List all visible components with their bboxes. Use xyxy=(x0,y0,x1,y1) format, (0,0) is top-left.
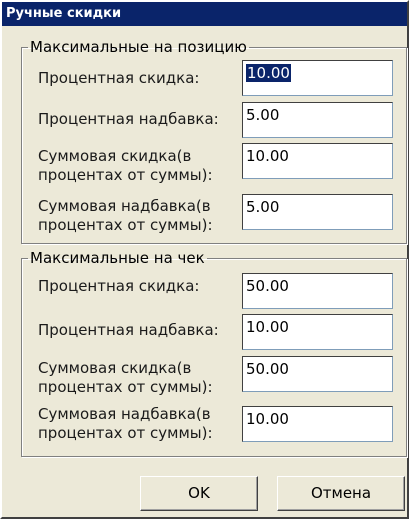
position-sum-discount-value: 10.00 xyxy=(246,147,289,165)
position-sum-markup-input[interactable]: 5.00 xyxy=(242,194,393,230)
position-group-legend: Максимальные на позицию xyxy=(30,38,247,56)
check-sum-discount-value: 50.00 xyxy=(246,360,289,378)
check-percent-discount-label: Процентная скидка: xyxy=(38,277,200,295)
check-sum-discount-label: Суммовая скидка(в процентах от суммы): xyxy=(38,359,213,397)
check-percent-markup-label: Процентная надбавка: xyxy=(38,321,219,339)
position-percent-discount-label: Процентная скидка: xyxy=(38,69,200,87)
position-sum-markup-label-line2: процентах от суммы): xyxy=(38,216,213,234)
cancel-button[interactable]: Отмена xyxy=(277,476,405,511)
position-percent-discount-value: 10.00 xyxy=(246,64,291,82)
check-percent-markup-input[interactable]: 10.00 xyxy=(242,314,393,350)
position-sum-markup-label-line1: Суммовая надбавка(в xyxy=(38,197,211,215)
position-percent-markup-input[interactable]: 5.00 xyxy=(242,102,393,138)
position-percent-discount-input[interactable]: 10.00 xyxy=(242,60,393,96)
check-sum-markup-value: 10.00 xyxy=(246,410,289,428)
check-sum-markup-input[interactable]: 10.00 xyxy=(242,406,393,442)
check-sum-discount-label-line1: Суммовая скидка(в xyxy=(38,359,192,377)
position-sum-markup-value: 5.00 xyxy=(246,198,280,216)
ok-button[interactable]: OK xyxy=(140,476,258,511)
position-sum-markup-label: Суммовая надбавка(в процентах от суммы): xyxy=(38,197,213,235)
position-sum-discount-label: Суммовая скидка(в процентах от суммы): xyxy=(38,147,213,185)
check-group-legend: Максимальные на чек xyxy=(30,249,205,267)
manual-discounts-dialog: Ручные скидки Максимальные на позицию Пр… xyxy=(0,0,409,519)
check-sum-discount-input[interactable]: 50.00 xyxy=(242,356,393,392)
position-percent-markup-value: 5.00 xyxy=(246,106,280,124)
check-percent-discount-input[interactable]: 50.00 xyxy=(242,273,393,309)
position-sum-discount-input[interactable]: 10.00 xyxy=(242,143,393,179)
position-sum-discount-label-line2: процентах от суммы): xyxy=(38,166,213,184)
check-sum-markup-label: Суммовая надбавка(в процентах от суммы): xyxy=(38,405,213,443)
position-sum-discount-label-line1: Суммовая скидка(в xyxy=(38,147,192,165)
position-percent-markup-label: Процентная надбавка: xyxy=(38,110,219,128)
check-sum-discount-label-line2: процентах от суммы): xyxy=(38,378,213,396)
check-percent-discount-value: 50.00 xyxy=(246,277,289,295)
dialog-title: Ручные скидки xyxy=(2,2,407,26)
check-sum-markup-label-line1: Суммовая надбавка(в xyxy=(38,405,211,423)
check-sum-markup-label-line2: процентах от суммы): xyxy=(38,424,213,442)
check-percent-markup-value: 10.00 xyxy=(246,318,289,336)
